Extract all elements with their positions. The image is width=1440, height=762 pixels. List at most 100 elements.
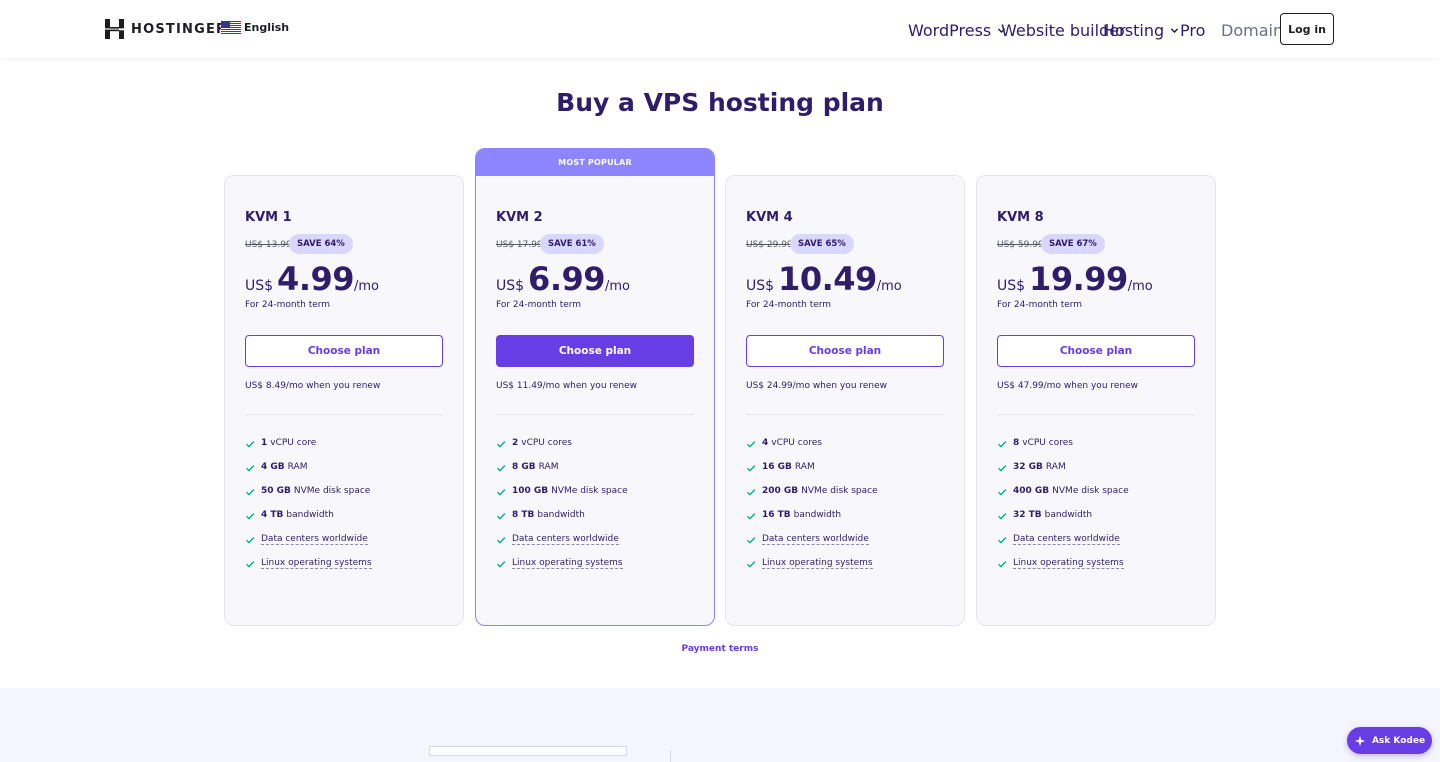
feature-text: bandwidth: [537, 510, 585, 520]
plan-name: KVM 1: [245, 210, 292, 225]
feature-item-data-centers[interactable]: Data centers worldwide: [496, 534, 694, 558]
payment-terms-link[interactable]: Payment terms: [0, 644, 1440, 654]
page-title: Buy a VPS hosting plan: [556, 88, 884, 117]
term-text: For 24-month term: [496, 300, 582, 310]
site-header: HOSTINGER English WordPress Website buil…: [0, 0, 1440, 58]
feature-value: 100 GB: [512, 486, 549, 496]
feature-text: NVMe disk space: [801, 486, 878, 496]
choose-plan-button[interactable]: Choose plan: [496, 335, 694, 367]
feature-item: 32 TB bandwidth: [997, 510, 1195, 534]
feature-text: RAM: [1045, 462, 1066, 472]
plan-card-kvm-2: MOST POPULAR KVM 2 US$ 17.99 SAVE 61% US…: [475, 148, 715, 626]
check-icon: [747, 465, 756, 472]
feature-value: 4 TB: [261, 510, 284, 520]
language-label: English: [244, 21, 290, 34]
most-popular-banner: MOST POPULAR: [476, 149, 714, 176]
feature-text: NVMe disk space: [1052, 486, 1129, 496]
divider: [496, 414, 694, 415]
check-icon: [998, 489, 1007, 496]
price-period: /mo: [354, 279, 379, 294]
price-amount: 4.99: [277, 260, 354, 298]
logo-text: HOSTINGER: [131, 21, 228, 37]
price: US$ 10.49 /mo: [746, 260, 902, 298]
feature-text[interactable]: Data centers worldwide: [762, 534, 869, 545]
choose-plan-button[interactable]: Choose plan: [746, 335, 944, 367]
choose-plan-button[interactable]: Choose plan: [997, 335, 1195, 367]
feature-text[interactable]: Linux operating systems: [261, 558, 372, 569]
feature-value: 1: [261, 438, 268, 448]
feature-text: NVMe disk space: [293, 486, 371, 496]
feature-item-linux[interactable]: Linux operating systems: [997, 558, 1195, 582]
feature-item: 16 TB bandwidth: [746, 510, 944, 534]
feature-item: 4 vCPU cores: [746, 438, 944, 462]
nav-pro-label: Pro: [1180, 21, 1206, 40]
save-badge: SAVE 67%: [1041, 234, 1105, 254]
renew-price: US$ 24.99/mo when you renew: [746, 381, 888, 391]
check-icon: [998, 561, 1007, 568]
price-currency: US$: [997, 278, 1026, 294]
feature-text[interactable]: Data centers worldwide: [1013, 534, 1120, 545]
ask-kodee-label: Ask Kodee: [1371, 735, 1426, 746]
sparkle-icon: [1354, 735, 1366, 746]
save-badge: SAVE 65%: [790, 234, 854, 254]
nav-hosting[interactable]: Hosting: [1103, 21, 1179, 40]
feature-item: 1 vCPU core: [245, 438, 443, 462]
old-price: US$ 13.99: [245, 240, 292, 250]
feature-item-data-centers[interactable]: Data centers worldwide: [245, 534, 443, 558]
login-button[interactable]: Log in: [1280, 13, 1334, 45]
feature-value: 400 GB: [1013, 486, 1050, 496]
check-icon: [497, 513, 506, 520]
feature-item: 2 vCPU cores: [496, 438, 694, 462]
feature-item-data-centers[interactable]: Data centers worldwide: [997, 534, 1195, 558]
renew-price: US$ 11.49/mo when you renew: [496, 381, 638, 391]
check-icon: [246, 537, 255, 544]
feature-value: 200 GB: [762, 486, 799, 496]
feature-value: 32 GB: [1013, 462, 1043, 472]
feature-item-linux[interactable]: Linux operating systems: [245, 558, 443, 582]
term-text: For 24-month term: [245, 300, 331, 310]
logo[interactable]: HOSTINGER: [105, 19, 227, 39]
feature-text[interactable]: Linux operating systems: [512, 558, 623, 569]
choose-plan-button[interactable]: Choose plan: [245, 335, 443, 367]
feature-text[interactable]: Data centers worldwide: [261, 534, 368, 545]
divider: [746, 414, 944, 415]
feature-value: 16 GB: [762, 462, 792, 472]
feature-value: 50 GB: [261, 486, 291, 496]
feature-text[interactable]: Linux operating systems: [1013, 558, 1124, 569]
feature-list: 1 vCPU core 4 GB RAM 50 GB NVMe disk space …: [245, 438, 443, 582]
language-selector[interactable]: English: [221, 21, 289, 34]
check-icon: [497, 537, 506, 544]
check-icon: [998, 537, 1007, 544]
feature-value: 8 TB: [512, 510, 535, 520]
check-icon: [246, 561, 255, 568]
check-icon: [246, 513, 255, 520]
us-flag-icon: [221, 21, 241, 34]
feature-text: RAM: [794, 462, 815, 472]
feature-item: 100 GB NVMe disk space: [496, 486, 694, 510]
price-period: /mo: [1127, 279, 1153, 294]
check-icon: [246, 489, 255, 496]
plan-card-kvm-8: KVM 8 US$ 59.99 SAVE 67% US$ 19.99 /mo F…: [976, 175, 1216, 626]
next-section-divider: [670, 750, 671, 762]
feature-text[interactable]: Linux operating systems: [762, 558, 873, 569]
feature-item: 8 GB RAM: [496, 462, 694, 486]
old-price: US$ 59.99: [997, 240, 1044, 250]
price-amount: 19.99: [1029, 260, 1128, 298]
save-badge: SAVE 64%: [289, 234, 353, 254]
renew-price: US$ 8.49/mo when you renew: [245, 381, 381, 391]
feature-item-linux[interactable]: Linux operating systems: [496, 558, 694, 582]
feature-item-data-centers[interactable]: Data centers worldwide: [746, 534, 944, 558]
plan-name: KVM 2: [496, 210, 543, 225]
nav-pro[interactable]: Pro: [1180, 21, 1205, 40]
feature-item: 4 TB bandwidth: [245, 510, 443, 534]
check-icon: [747, 489, 756, 496]
feature-value: 8: [1013, 438, 1020, 448]
check-icon: [998, 465, 1007, 472]
old-price: US$ 29.99: [746, 240, 793, 250]
feature-item: 50 GB NVMe disk space: [245, 486, 443, 510]
price: US$ 4.99 /mo: [245, 260, 379, 298]
ask-kodee-button[interactable]: Ask Kodee: [1347, 727, 1432, 754]
feature-item-linux[interactable]: Linux operating systems: [746, 558, 944, 582]
feature-text[interactable]: Data centers worldwide: [512, 534, 619, 545]
nav-wordpress[interactable]: WordPress: [908, 21, 1006, 40]
